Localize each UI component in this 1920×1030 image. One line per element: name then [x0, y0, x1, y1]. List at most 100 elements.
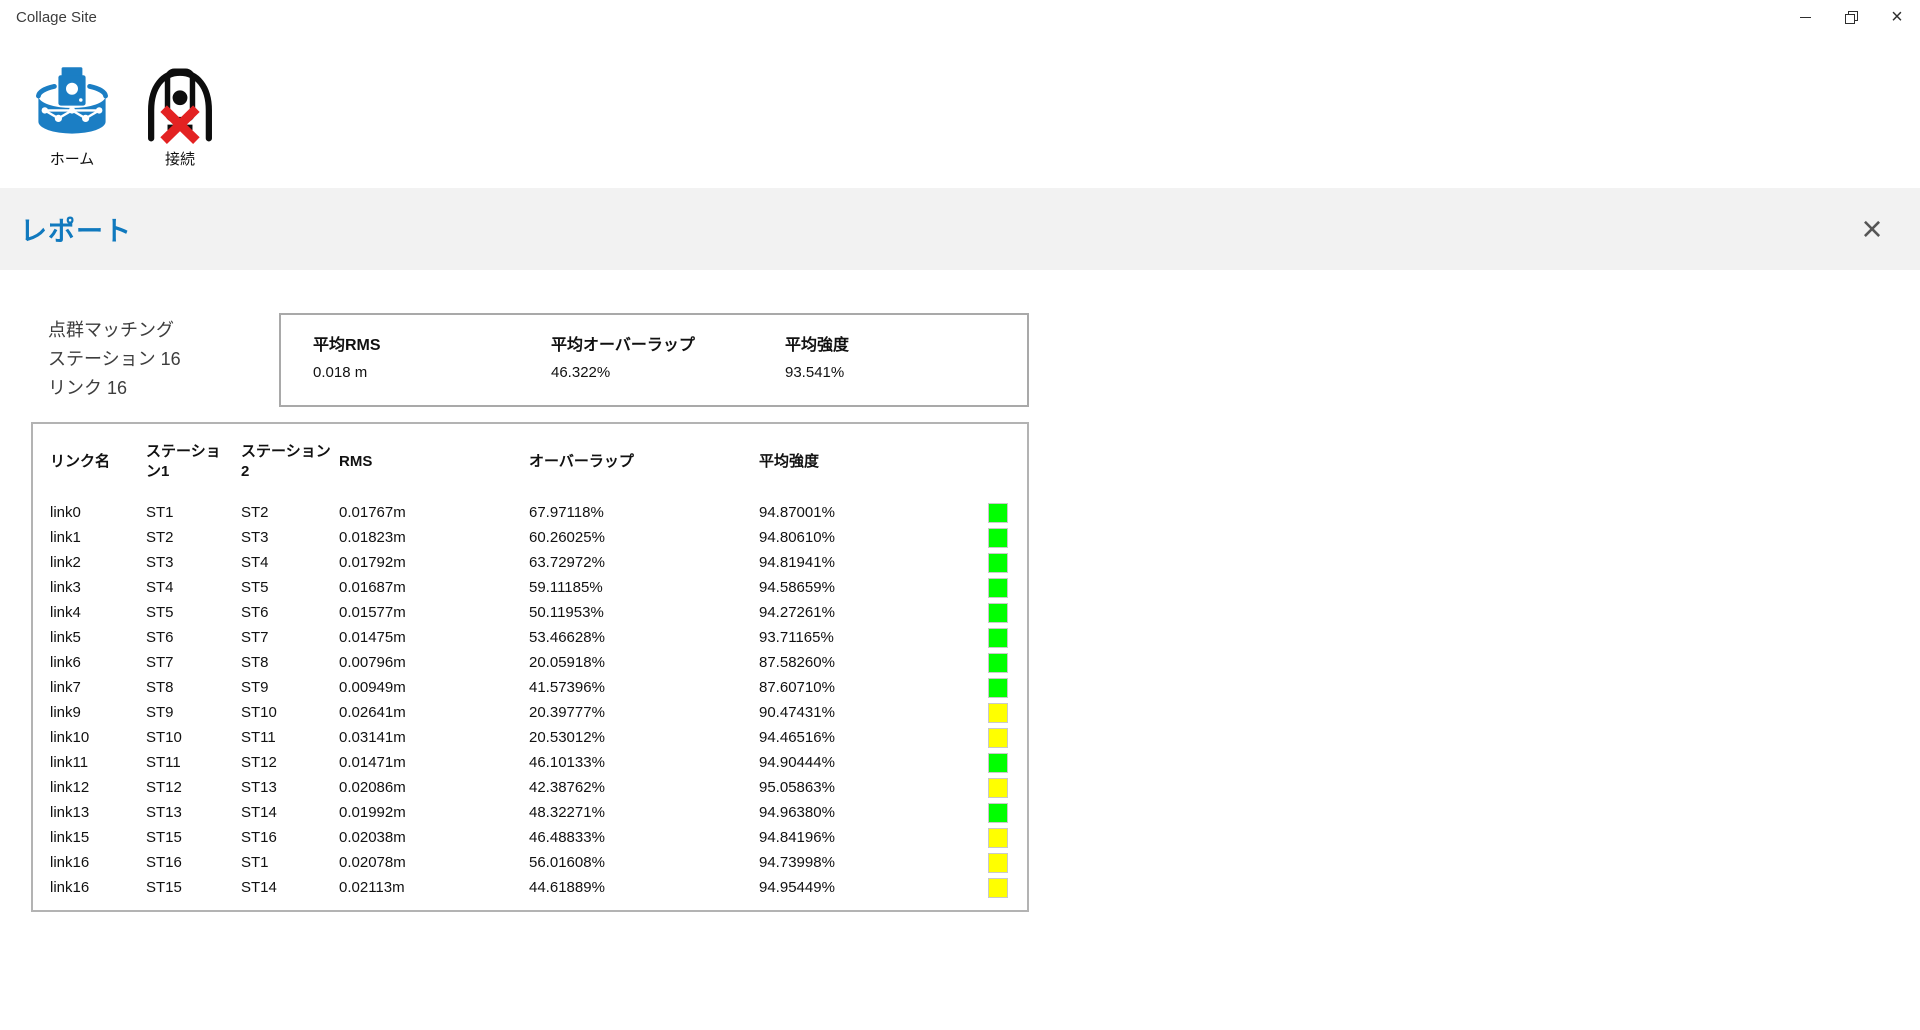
cell-link: link6 [33, 650, 146, 675]
table-row[interactable]: link12ST12ST130.02086m42.38762%95.05863% [33, 775, 1027, 800]
table-row[interactable]: link10ST10ST110.03141m20.53012%94.46516% [33, 725, 1027, 750]
cell-link: link16 [33, 875, 146, 900]
cell-st2: ST13 [241, 775, 339, 800]
cell-st2: ST5 [241, 575, 339, 600]
restore-button[interactable] [1828, 0, 1874, 34]
ribbon-toolbar: ホーム 接続 [0, 42, 1920, 182]
table-row[interactable]: link11ST11ST120.01471m46.10133%94.90444% [33, 750, 1027, 775]
summary-stat: 平均オーバーラップ46.322% [551, 331, 695, 381]
table-row[interactable]: link16ST15ST140.02113m44.61889%94.95449% [33, 875, 1027, 900]
table-row[interactable]: link5ST6ST70.01475m53.46628%93.71165% [33, 625, 1027, 650]
cell-overlap: 20.05918% [529, 650, 759, 675]
table-row[interactable]: link0ST1ST20.01767m67.97118%94.87001% [33, 500, 1027, 525]
status-square-yellow [988, 853, 1008, 873]
cell-link: link5 [33, 625, 146, 650]
toolbar-button-connect[interactable]: 接続 [134, 62, 226, 169]
cell-intensity: 94.80610% [759, 525, 988, 550]
cell-status [988, 500, 1027, 525]
link-count: リンク 16 [48, 374, 181, 403]
cell-rms: 0.03141m [339, 725, 529, 750]
cell-link: link15 [33, 825, 146, 850]
cell-st1: ST5 [146, 600, 241, 625]
cell-intensity: 93.71165% [759, 625, 988, 650]
stat-label: 平均強度 [785, 331, 849, 355]
table-row[interactable]: link6ST7ST80.00796m20.05918%87.58260% [33, 650, 1027, 675]
cell-overlap: 46.10133% [529, 750, 759, 775]
cell-intensity: 94.58659% [759, 575, 988, 600]
cell-overlap: 48.32271% [529, 800, 759, 825]
status-square-green [988, 603, 1008, 623]
cell-link: link7 [33, 675, 146, 700]
cell-link: link0 [33, 500, 146, 525]
cell-st1: ST9 [146, 700, 241, 725]
matching-title: 点群マッチング [48, 316, 181, 345]
report-header-band: レポート × [0, 188, 1920, 270]
status-square-green [988, 653, 1008, 673]
cell-st1: ST13 [146, 800, 241, 825]
cell-st1: ST2 [146, 525, 241, 550]
cell-st1: ST4 [146, 575, 241, 600]
minimize-button[interactable] [1782, 0, 1828, 34]
cell-link: link2 [33, 550, 146, 575]
cell-st1: ST15 [146, 825, 241, 850]
cell-status [988, 550, 1027, 575]
cell-rms: 0.01767m [339, 500, 529, 525]
cell-st2: ST16 [241, 825, 339, 850]
toolbar-button-home[interactable]: ホーム [26, 62, 118, 169]
links-table: リンク名ステーション1ステーション2RMSオーバーラップ平均強度 link0ST… [33, 424, 1027, 900]
cell-status [988, 600, 1027, 625]
cell-st1: ST8 [146, 675, 241, 700]
cell-st1: ST12 [146, 775, 241, 800]
cell-link: link3 [33, 575, 146, 600]
cell-rms: 0.01792m [339, 550, 529, 575]
cell-st2: ST6 [241, 600, 339, 625]
cell-overlap: 20.39777% [529, 700, 759, 725]
table-row[interactable]: link2ST3ST40.01792m63.72972%94.81941% [33, 550, 1027, 575]
table-row[interactable]: link9ST9ST100.02641m20.39777%90.47431% [33, 700, 1027, 725]
cell-status [988, 850, 1027, 875]
cell-st2: ST9 [241, 675, 339, 700]
status-square-yellow [988, 728, 1008, 748]
column-header: ステーション2 [241, 424, 339, 500]
cell-overlap: 67.97118% [529, 500, 759, 525]
cell-rms: 0.01687m [339, 575, 529, 600]
scan-site-home-icon [30, 62, 114, 146]
table-row[interactable]: link15ST15ST160.02038m46.48833%94.84196% [33, 825, 1027, 850]
table-row[interactable]: link4ST5ST60.01577m50.11953%94.27261% [33, 600, 1027, 625]
titlebar: Collage Site × [0, 0, 1920, 36]
status-square-green [988, 578, 1008, 598]
app-window: { "window": { "title": "Collage Site", "… [0, 0, 1920, 1030]
cell-rms: 0.01992m [339, 800, 529, 825]
restore-icon [1845, 11, 1858, 24]
column-header: RMS [339, 424, 529, 500]
table-row[interactable]: link7ST8ST90.00949m41.57396%87.60710% [33, 675, 1027, 700]
cell-link: link1 [33, 525, 146, 550]
cell-st1: ST3 [146, 550, 241, 575]
cell-intensity: 94.87001% [759, 500, 988, 525]
column-header: オーバーラップ [529, 424, 759, 500]
cell-overlap: 56.01608% [529, 850, 759, 875]
status-square-green [988, 553, 1008, 573]
cell-rms: 0.02078m [339, 850, 529, 875]
status-square-green [988, 678, 1008, 698]
cell-status [988, 650, 1027, 675]
status-square-green [988, 528, 1008, 548]
table-row[interactable]: link3ST4ST50.01687m59.11185%94.58659% [33, 575, 1027, 600]
cell-intensity: 94.90444% [759, 750, 988, 775]
close-button[interactable]: × [1874, 0, 1920, 34]
cell-st1: ST11 [146, 750, 241, 775]
summary-stat: 平均強度93.541% [785, 331, 849, 381]
cell-status [988, 625, 1027, 650]
table-row[interactable]: link16ST16ST10.02078m56.01608%94.73998% [33, 850, 1027, 875]
cell-overlap: 41.57396% [529, 675, 759, 700]
cell-st2: ST1 [241, 850, 339, 875]
table-row[interactable]: link1ST2ST30.01823m60.26025%94.80610% [33, 525, 1027, 550]
cell-st2: ST12 [241, 750, 339, 775]
cell-overlap: 44.61889% [529, 875, 759, 900]
cell-overlap: 50.11953% [529, 600, 759, 625]
cell-overlap: 60.26025% [529, 525, 759, 550]
cell-rms: 0.02038m [339, 825, 529, 850]
cell-status [988, 700, 1027, 725]
report-close-button[interactable]: × [1848, 205, 1896, 253]
table-row[interactable]: link13ST13ST140.01992m48.32271%94.96380% [33, 800, 1027, 825]
